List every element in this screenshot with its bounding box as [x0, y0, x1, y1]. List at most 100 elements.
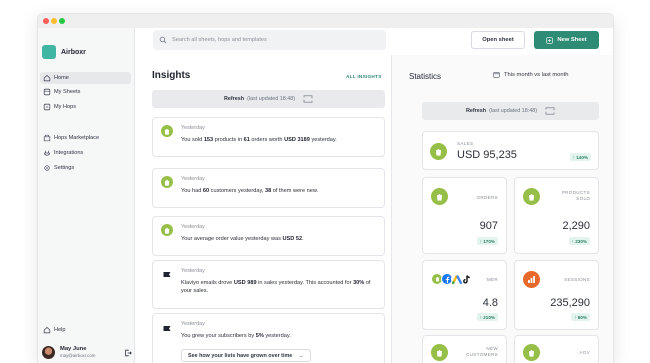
sidebar-item-integrations[interactable]: Integrations: [40, 147, 131, 159]
search-input[interactable]: Search all sheets, hops and templates: [153, 30, 386, 50]
brand[interactable]: Airboxr: [42, 45, 86, 59]
insight-card[interactable]: Yesterday You grew your subscribers by 5…: [152, 313, 385, 363]
refresh-label: Refresh: [465, 108, 487, 114]
shopify-icon: [430, 143, 447, 160]
insight-highlight: 60: [202, 188, 210, 194]
insight-card[interactable]: Yesterday Your average order value yeste…: [152, 216, 385, 256]
sidebar-item-my-hops[interactable]: My Hops: [40, 101, 131, 113]
change-badge: ↑ 230%: [568, 237, 590, 245]
brand-name: Airboxr: [61, 48, 86, 56]
arrow-right-icon: →: [298, 352, 304, 359]
klaviyo-icon: [161, 268, 173, 280]
insight-text: Klaviyo emails drove USD 989 in sales ye…: [181, 280, 371, 295]
insight-card[interactable]: Yesterday You sold 153 products in 61 or…: [152, 117, 385, 157]
avatar: [42, 346, 55, 359]
insight-highlight: 61: [243, 137, 250, 143]
stat-label: PRODUCTS SOLD: [561, 190, 590, 202]
insight-text: You grew your subscribers by 5% yesterda…: [181, 333, 291, 339]
stat-value: USD 95,235: [457, 149, 517, 161]
calendar-icon: [493, 72, 500, 78]
shopify-icon: [161, 224, 173, 236]
sidebar-item-label: Settings: [54, 165, 75, 171]
refresh-icon: [303, 95, 313, 103]
close-window-button[interactable]: [43, 18, 49, 24]
window-titlebar: [38, 14, 613, 28]
products-sold-stat-card[interactable]: PRODUCTS SOLD 2,290 ↑ 230%: [514, 177, 599, 254]
sidebar-item-hops-marketplace[interactable]: Hops Marketplace: [40, 132, 131, 144]
insight-card[interactable]: Yesterday Klaviyo emails drove USD 989 i…: [152, 260, 385, 309]
insight-day: Yesterday: [181, 321, 205, 327]
stat-label: SESSIONS: [564, 277, 590, 282]
airboxr-logo-icon: [42, 45, 56, 59]
insight-highlight: USD 3189: [284, 137, 310, 143]
search-icon: [159, 36, 167, 44]
change-badge: ↑ 170%: [476, 237, 498, 245]
tiktok-icon: [461, 273, 473, 285]
app-window: Airboxr Home My Sheets My Hops Hops Mark…: [37, 13, 614, 363]
user-profile[interactable]: May June may@airboxr.com: [42, 346, 132, 359]
mer-stat-card[interactable]: MER 4.8 ↑ 210%: [422, 260, 507, 330]
sidebar-item-help[interactable]: Help: [40, 324, 131, 336]
period-selector[interactable]: This month vs last month: [493, 71, 568, 78]
insight-highlight: 30%: [353, 280, 365, 286]
minimize-window-button[interactable]: [51, 18, 57, 24]
refresh-meta: (last updated 18:48): [489, 108, 538, 114]
sales-stat-card[interactable]: SALES USD 95,235 ↑ 140%: [422, 131, 599, 170]
open-sheet-button[interactable]: Open sheet: [471, 31, 525, 49]
all-insights-link[interactable]: ALL INSIGHTS: [346, 75, 382, 80]
shopify-icon: [161, 125, 173, 137]
logout-icon[interactable]: [124, 349, 132, 357]
insight-card[interactable]: Yesterday You had 60 customers yesterday…: [152, 168, 385, 208]
stat-label: AOV: [579, 350, 590, 355]
insight-text: Your average order value yesterday was U…: [181, 236, 304, 242]
home-icon: [43, 74, 51, 82]
sidebar-item-my-sheets[interactable]: My Sheets: [40, 86, 131, 98]
sidebar-item-home[interactable]: Home: [40, 72, 131, 84]
shopify-icon: [431, 188, 448, 205]
shopify-icon: [523, 188, 540, 205]
help-label: Help: [54, 327, 66, 333]
stat-label: ORDERS: [476, 195, 498, 200]
refresh-meta: (last updated 18:48): [247, 96, 296, 102]
shopify-icon: [523, 344, 540, 361]
new-sheet-icon: [546, 36, 553, 44]
insight-day: Yesterday: [181, 268, 205, 274]
insights-panel: Insights ALL INSIGHTS Refresh (last upda…: [135, 55, 391, 363]
aov-stat-card[interactable]: AOV: [514, 335, 599, 363]
search-placeholder: Search all sheets, hops and templates: [172, 37, 267, 43]
statistics-title: Statistics: [409, 72, 442, 81]
new-customers-stat-card[interactable]: NEW CUSTOMERS: [422, 335, 507, 363]
change-badge: ↑ 140%: [569, 153, 591, 161]
insights-title: Insights: [152, 70, 191, 81]
change-badge: ↑ 210%: [476, 313, 498, 321]
insights-refresh-button[interactable]: Refresh (last updated 18:48): [152, 90, 385, 108]
user-name: May June: [60, 346, 87, 353]
insight-highlight: 5%: [255, 333, 264, 339]
lists-growth-link[interactable]: See how your lists have grown over time …: [181, 349, 311, 362]
change-badge: ↑ 80%: [571, 313, 590, 321]
klaviyo-icon: [161, 322, 173, 334]
sessions-stat-card[interactable]: SESSIONS 235,290 ↑ 80%: [514, 260, 599, 330]
sidebar-item-label: Integrations: [54, 150, 84, 156]
help-icon: [43, 326, 51, 334]
insight-text: You had 60 customers yesterday, 38 of th…: [181, 188, 319, 194]
insight-day: Yesterday: [181, 176, 205, 182]
stat-label: NEW CUSTOMERS: [466, 346, 498, 358]
shopify-icon: [431, 344, 448, 361]
analytics-icon: [523, 271, 540, 288]
sidebar-item-settings[interactable]: Settings: [40, 162, 131, 174]
new-sheet-button[interactable]: New Sheet: [534, 31, 599, 49]
marketplace-icon: [43, 134, 51, 142]
settings-icon: [44, 165, 50, 171]
orders-stat-card[interactable]: ORDERS 907 ↑ 170%: [422, 177, 507, 254]
statistics-refresh-button[interactable]: Refresh (last updated 18:48): [422, 102, 599, 120]
refresh-icon: [545, 107, 555, 115]
sheet-icon: [43, 88, 51, 96]
refresh-label: Refresh: [223, 96, 245, 102]
insight-highlight: 153: [203, 137, 214, 143]
insight-highlight: USD 52: [282, 236, 303, 242]
statistics-panel: Statistics This month vs last month Refr…: [392, 55, 613, 363]
hops-icon: [43, 103, 51, 111]
integrations-icon: [44, 150, 50, 156]
maximize-window-button[interactable]: [59, 18, 65, 24]
